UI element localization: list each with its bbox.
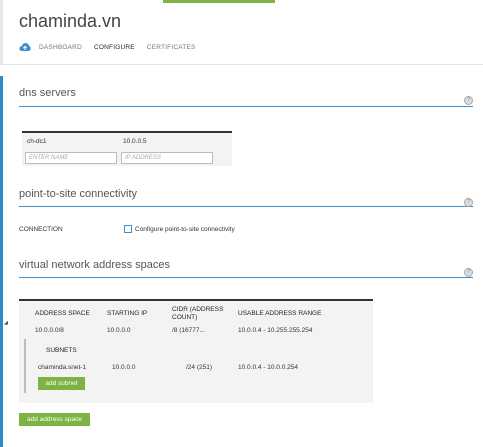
address-cidr[interactable]: /8 (16777... xyxy=(172,327,205,334)
col-header-address-space: ADDRESS SPACE xyxy=(35,310,90,317)
subnets-label: SUBNETS xyxy=(46,347,77,354)
subnets-group: SUBNETS chaminda.snet-1 10.0.0.0 /24 (25… xyxy=(27,339,373,393)
help-icon[interactable]: ? xyxy=(464,268,473,277)
nav-dashboard[interactable]: DASHBOARD xyxy=(39,44,82,51)
subnet-name[interactable]: chaminda.snet-1 xyxy=(38,364,86,371)
vnet-section-title: virtual network address spaces xyxy=(19,259,171,271)
nav-configure[interactable]: CONFIGURE xyxy=(94,44,135,51)
dns-table: ch-dc1 10.0.0.5 ENTER NAME IP ADDRESS xyxy=(22,131,232,166)
subnet-rail xyxy=(24,339,26,393)
dns-name-cell: ch-dc1 xyxy=(27,137,47,145)
address-space-panel: ADDRESS SPACE STARTING IP CIDR (ADDRESS … xyxy=(19,299,373,403)
p2s-checkbox[interactable] xyxy=(124,225,132,233)
page-title: chaminda.vn xyxy=(19,11,122,31)
p2s-section-title: point-to-site connectivity xyxy=(19,188,137,200)
col-header-usable-range: USABLE ADDRESS RANGE xyxy=(238,310,322,317)
subnet-starting-ip: 10.0.0.0 xyxy=(112,364,136,371)
help-icon[interactable]: ? xyxy=(464,198,473,207)
collapse-triangle-icon[interactable]: ◢ xyxy=(4,320,8,326)
left-accent-bar xyxy=(0,76,3,447)
subnet-cidr: /24 (251) xyxy=(186,364,213,371)
p2s-section-divider xyxy=(19,206,473,207)
active-tab-indicator xyxy=(163,0,275,3)
help-icon[interactable]: ? xyxy=(464,96,473,105)
dns-row: ch-dc1 10.0.0.5 xyxy=(22,133,232,149)
dns-ip-cell: 10.0.0.5 xyxy=(123,137,147,145)
add-subnet-button[interactable]: add subnet xyxy=(38,377,85,390)
subnet-usable-range: 10.0.0.4 - 10.0.0.254 xyxy=(238,364,298,371)
dns-ip-input-wrap: IP ADDRESS xyxy=(119,151,213,164)
address-usable-range: 10.0.0.4 - 10.255.255.254 xyxy=(238,327,313,334)
dns-ip-input[interactable]: IP ADDRESS xyxy=(121,151,213,164)
dns-section-title: dns servers xyxy=(19,87,76,99)
col-header-starting-ip: STARTING IP xyxy=(107,310,148,317)
add-address-space-button[interactable]: add address space xyxy=(19,413,90,426)
header-divider xyxy=(0,64,483,65)
address-starting-ip: 10.0.0.0 xyxy=(107,327,131,334)
dns-section-divider xyxy=(19,106,473,107)
cloud-upload-icon xyxy=(19,43,31,51)
nav-bar: DASHBOARD CONFIGURE CERTIFICATES xyxy=(19,42,208,52)
nav-certificates[interactable]: CERTIFICATES xyxy=(147,44,196,51)
dns-input-row: ENTER NAME IP ADDRESS xyxy=(22,149,232,166)
left-gutter xyxy=(0,0,3,64)
vnet-section-divider xyxy=(19,277,473,278)
dns-name-input[interactable]: ENTER NAME xyxy=(25,151,117,164)
address-space-value: 10.0.0.0/8 xyxy=(35,327,64,334)
p2s-checkbox-label[interactable]: Configure point-to-site connectivity xyxy=(135,226,235,233)
col-header-cidr: CIDR (ADDRESS COUNT) xyxy=(172,306,224,321)
dns-name-input-wrap: ENTER NAME xyxy=(22,151,119,164)
connection-label: CONNECTION xyxy=(19,226,63,233)
